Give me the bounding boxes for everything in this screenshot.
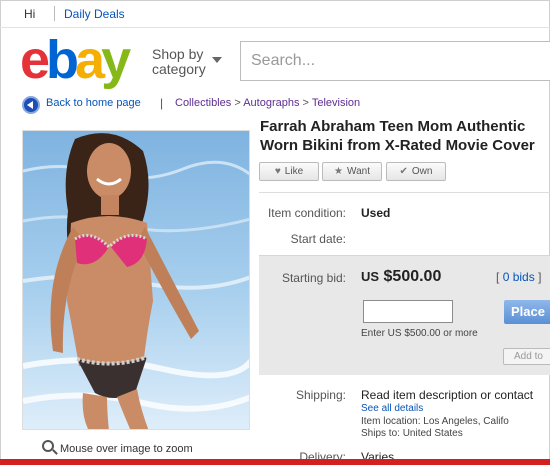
heart-icon: ♥	[274, 166, 281, 177]
item-condition-value: Used	[361, 206, 391, 220]
want-button[interactable]: ★ Want	[322, 162, 382, 181]
item-location: Item location: Los Angeles, Califo	[361, 416, 509, 427]
top-bar: Hi Daily Deals	[0, 0, 550, 28]
check-icon: ✔	[399, 166, 408, 177]
star-icon: ★	[334, 166, 343, 177]
see-all-details-link[interactable]: See all details	[361, 403, 423, 414]
shop-by-label: Shop by	[152, 46, 204, 62]
item-title: Farrah Abraham Teen Mom Authentic Worn B…	[260, 118, 535, 154]
item-photo-illustration	[23, 131, 249, 429]
starting-bid-label: Starting bid:	[281, 271, 346, 285]
topbar-divider	[54, 6, 55, 21]
item-photo[interactable]	[22, 130, 250, 430]
place-bid-button[interactable]: Place	[504, 300, 550, 324]
category-label: category	[152, 61, 206, 77]
starting-bid-price: US $500.00	[361, 268, 442, 285]
bid-count: [ 0 bids ]	[496, 270, 542, 284]
ships-to: Ships to: United States	[361, 428, 463, 439]
breadcrumb-item-collectibles[interactable]: Collectibles	[175, 97, 231, 109]
shop-by-category-button[interactable]: Shop by category	[152, 46, 222, 77]
back-arrow-icon[interactable]	[22, 96, 40, 114]
bid-count-link[interactable]: 0 bids	[503, 270, 535, 284]
breadcrumb-item-autographs[interactable]: Autographs	[243, 97, 299, 109]
add-to-button[interactable]: Add to	[503, 348, 550, 365]
bid-hint-text: Enter US $500.00 or more	[361, 328, 478, 339]
search-input[interactable]: Search...	[240, 41, 550, 81]
chevron-down-icon	[212, 57, 222, 63]
bid-amount-input[interactable]	[363, 300, 453, 323]
breadcrumb: Collectibles > Autographs > Television	[175, 97, 361, 109]
like-button[interactable]: ♥ Like	[259, 162, 319, 181]
ebay-logo[interactable]: ebay	[20, 33, 131, 87]
divider	[259, 192, 550, 193]
breadcrumb-separator: |	[160, 96, 164, 110]
shipping-value: Read item description or contact	[361, 388, 534, 402]
accent-bar	[0, 459, 550, 465]
shipping-label: Shipping:	[295, 388, 346, 402]
search-placeholder: Search...	[251, 52, 316, 69]
item-condition-label: Item condition:	[267, 206, 346, 220]
start-date-label: Start date:	[290, 232, 346, 246]
own-button[interactable]: ✔ Own	[386, 162, 446, 181]
daily-deals-link[interactable]: Daily Deals	[64, 7, 125, 21]
back-to-home-link[interactable]: Back to home page	[46, 97, 141, 109]
breadcrumb-item-television[interactable]: Television	[312, 97, 360, 109]
zoom-icon	[42, 440, 54, 452]
zoom-hint-text: Mouse over image to zoom	[60, 443, 193, 455]
greeting-text: Hi	[24, 7, 36, 21]
